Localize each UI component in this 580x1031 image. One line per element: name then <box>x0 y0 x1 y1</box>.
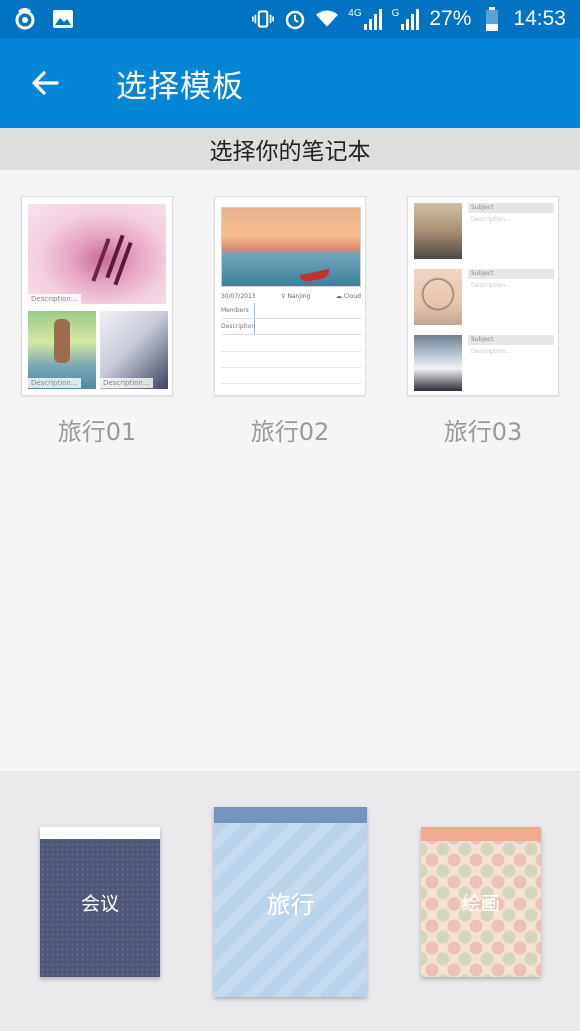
description-placeholder: Description... <box>28 378 81 388</box>
entry-row: Subject Description... <box>414 269 554 327</box>
notebook-selector: 会议 旅行 绘画 <box>0 771 580 1031</box>
signal-g-icon: G <box>392 8 420 30</box>
status-bar: 4G G 27% 14:53 <box>0 0 580 38</box>
subject-label: Subject <box>468 203 554 213</box>
boat-shape <box>299 268 331 284</box>
description-row: Description <box>221 319 361 335</box>
entry-weather: Cloud <box>343 293 361 300</box>
notebook-label: 会议 <box>80 892 119 915</box>
template-label: 旅行03 <box>443 418 523 446</box>
sunset-boat-photo <box>221 207 361 287</box>
notebook-band <box>214 807 367 823</box>
alarm-icon <box>284 8 306 30</box>
template-thumbnail[interactable]: 30/07/2013 ⚲ Nanjing ☁ Cloud Members Des… <box>214 196 366 396</box>
notebook-label: 绘画 <box>461 892 500 915</box>
members-label: Members <box>221 303 255 318</box>
app-notification-icon <box>14 8 36 30</box>
entry-meta: 30/07/2013 ⚲ Nanjing ☁ Cloud <box>221 293 361 300</box>
back-arrow-icon <box>32 71 59 95</box>
template-label: 旅行01 <box>57 418 137 446</box>
page-title: 选择模板 <box>116 68 244 105</box>
notebook-label: 旅行 <box>266 890 315 919</box>
notebook-travel-selected[interactable]: 旅行 <box>214 807 367 997</box>
template-item-travel03[interactable]: Subject Description... Subject Descripti… <box>407 196 559 447</box>
battery-icon <box>481 7 503 31</box>
ruled-line <box>221 383 361 384</box>
app-bar: 选择模板 <box>0 38 580 128</box>
clock: 14:53 <box>513 7 566 30</box>
template-item-travel01[interactable]: Description... Description... Descriptio… <box>21 196 173 447</box>
template-thumbnail[interactable]: Subject Description... Subject Descripti… <box>407 196 559 396</box>
section-header: 选择你的笔记本 <box>0 128 580 170</box>
location-pin-icon: ⚲ Nanjing <box>281 293 311 300</box>
description-placeholder: Description... <box>471 216 511 223</box>
description-placeholder: Description... <box>28 294 81 304</box>
ruled-line <box>221 351 361 352</box>
battery-percent: 27% <box>429 7 472 30</box>
entry-row: Subject Description... <box>414 335 554 393</box>
back-button[interactable] <box>0 38 90 128</box>
notebook-meeting[interactable]: 会议 <box>40 827 160 977</box>
cloud-icon: ☁ Cloud <box>335 293 361 300</box>
entry-row: Subject Description... <box>414 203 554 261</box>
subject-label: Subject <box>468 335 554 345</box>
flower-photo <box>28 204 166 304</box>
ruled-line <box>221 367 361 368</box>
entry-date: 30/07/2013 <box>221 293 256 300</box>
snow-tree-photo <box>414 335 462 391</box>
vibrate-icon <box>252 8 275 30</box>
description-label: Description <box>221 319 255 334</box>
description-placeholder: Description... <box>471 282 511 289</box>
notebook-band <box>421 827 541 841</box>
members-row: Members <box>221 303 361 319</box>
network-type-label: 4G <box>348 8 362 19</box>
notebook-painting[interactable]: 绘画 <box>421 827 541 977</box>
template-item-travel02[interactable]: 30/07/2013 ⚲ Nanjing ☁ Cloud Members Des… <box>214 196 366 447</box>
template-list: Description... Description... Descriptio… <box>0 170 580 770</box>
subject-label: Subject <box>468 269 554 279</box>
template-thumbnail[interactable]: Description... Description... Descriptio… <box>21 196 173 396</box>
entry-location: Nanjing <box>287 293 311 300</box>
network-type-label-2: G <box>391 8 400 19</box>
notebook-band <box>40 827 160 839</box>
image-notification-icon <box>52 8 74 30</box>
description-placeholder: Description... <box>471 348 511 355</box>
street-photo <box>414 203 462 259</box>
wifi-icon <box>316 8 339 30</box>
signal-4g-icon: 4G <box>348 8 382 30</box>
template-label: 旅行02 <box>250 418 330 446</box>
description-placeholder: Description... <box>100 378 153 388</box>
ferris-wheel-photo <box>414 269 462 325</box>
